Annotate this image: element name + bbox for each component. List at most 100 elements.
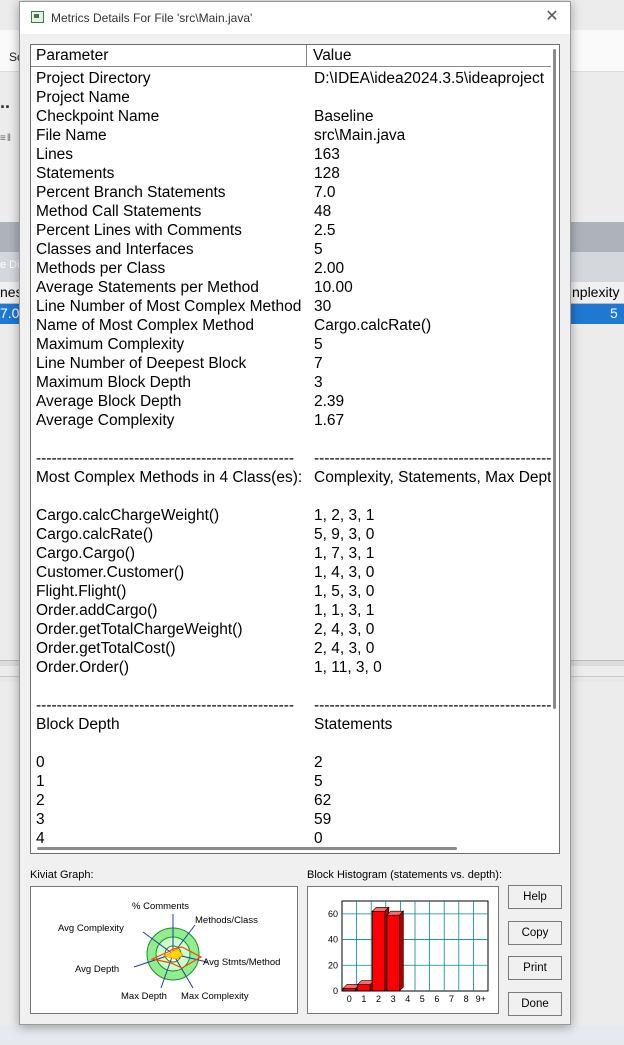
vertical-scroll-thumb[interactable] [553, 49, 556, 709]
table-row[interactable]: Line Number of Deepest Block 7 [31, 354, 551, 373]
value-cell: 1, 4, 3, 0 [314, 564, 375, 581]
kiviat-label: Kiviat Graph: [30, 869, 94, 881]
table-row[interactable]: Statements 128 [31, 164, 551, 183]
value-cell: 1, 1, 3, 1 [314, 602, 375, 619]
parameter-cell: Cargo.calcChargeWeight() [36, 507, 220, 524]
value-cell: 2 [314, 754, 323, 771]
parameter-cell: Customer.Customer() [36, 564, 185, 581]
kiviat-axis-avg-complexity: Avg Complexity [58, 923, 124, 934]
horizontal-scroll-thumb[interactable] [37, 847, 457, 850]
parameter-cell: Average Block Depth [36, 393, 182, 410]
parameter-cell: Line Number of Most Complex Method [36, 298, 302, 315]
background-taskbar [0, 1026, 624, 1045]
parameter-cell: ----------------------------------------… [36, 697, 295, 714]
table-row[interactable]: Block Depth Statements [31, 715, 551, 734]
value-cell [309, 487, 551, 506]
table-row[interactable]: Checkpoint Name Baseline [31, 107, 551, 126]
table-row[interactable]: Classes and Interfaces 5 [31, 240, 551, 259]
parameter-cell: Average Complexity [36, 412, 175, 429]
table-row[interactable]: Order.getTotalChargeWeight() 2, 4, 3, 0 [31, 620, 551, 639]
parameter-cell: Methods per Class [36, 260, 166, 277]
table-row[interactable] [31, 734, 551, 753]
parameter-cell: Order.getTotalCost() [36, 640, 176, 657]
parameter-cell: Average Statements per Method [36, 279, 259, 296]
table-row[interactable]: Order.Order() 1, 11, 3, 0 [31, 658, 551, 677]
table-row[interactable]: Percent Lines with Comments 2.5 [31, 221, 551, 240]
vertical-scrollbar[interactable] [551, 45, 559, 845]
parameter-cell: Flight.Flight() [36, 583, 127, 600]
column-header-value[interactable]: Value [308, 45, 548, 66]
table-row[interactable]: Project Directory D:\IDEA\idea2024.3.5\id… [31, 69, 551, 88]
table-row[interactable]: Average Statements per Method 10.00 [31, 278, 551, 297]
table-body: Project Directory D:\IDEA\idea2024.3.5\id… [31, 69, 551, 843]
parameter-cell: 2 [36, 792, 45, 809]
parameter-cell: Maximum Complexity [36, 336, 185, 353]
dialog-titlebar[interactable]: Metrics Details For File 'src\Main.java'… [20, 2, 570, 34]
table-row[interactable]: Method Call Statements 48 [31, 202, 551, 221]
dialog-title: Metrics Details For File 'src\Main.java' [51, 11, 253, 25]
table-row[interactable] [31, 430, 551, 449]
table-row[interactable]: 2 62 [31, 791, 551, 810]
help-button[interactable]: Help [508, 885, 562, 909]
table-row[interactable]: Most Complex Methods in 4 Class(es): Comp… [31, 468, 551, 487]
table-row[interactable]: Project Name [31, 88, 551, 107]
table-row[interactable]: 15 [31, 772, 551, 791]
background-right-value: 5 [610, 305, 618, 321]
value-cell: Statements [314, 716, 393, 733]
table-row[interactable]: Order.getTotalCost() 2, 4, 3, 0 [31, 639, 551, 658]
parameter-cell: Order.addCargo() [36, 602, 158, 619]
value-cell: 1, 5, 3, 0 [314, 583, 375, 600]
print-button[interactable]: Print [508, 956, 562, 980]
done-button[interactable]: Done [508, 992, 562, 1016]
copy-button[interactable]: Copy [508, 921, 562, 945]
parameter-cell [31, 430, 309, 449]
table-row[interactable]: Average Complexity 1.67 [31, 411, 551, 430]
table-row[interactable]: Maximum Block Depth 3 [31, 373, 551, 392]
value-cell: 2, 4, 3, 0 [314, 621, 375, 638]
histogram-svg: 60402000 1 2 3 4 5 6 7 8 9+ [328, 900, 489, 1004]
table-row[interactable]: Flight.Flight() 1, 5, 3, 0 [31, 582, 551, 601]
histogram-x-tick: 5 [420, 994, 425, 1004]
metrics-table[interactable]: Parameter Value Project Directory D:\IDEA… [30, 44, 560, 854]
table-row[interactable]: 3 59 [31, 810, 551, 829]
histogram-y-tick: 60 [328, 909, 338, 919]
horizontal-scrollbar[interactable] [31, 844, 559, 853]
table-row[interactable]: Order.addCargo() 1, 1, 3, 1 [31, 601, 551, 620]
column-header-parameter[interactable]: Parameter [31, 45, 307, 66]
value-cell: 2.00 [314, 260, 345, 277]
close-icon[interactable]: ✕ [542, 7, 562, 27]
table-row[interactable] [31, 677, 551, 696]
value-cell: 10.00 [314, 279, 353, 296]
table-row[interactable]: File Name src\Main.java [31, 126, 551, 145]
value-cell: Baseline [314, 108, 374, 125]
histogram-bar [357, 984, 371, 992]
table-row[interactable]: Methods per Class 2.00 [31, 259, 551, 278]
table-row[interactable]: Percent Branch Statements 7.0 [31, 183, 551, 202]
kiviat-axis-max-depth: Max Depth [121, 991, 167, 1002]
kiviat-axis-max-complexity: Max Complexity [181, 991, 249, 1002]
table-row[interactable]: ----------------------------------------… [31, 696, 551, 715]
table-row[interactable]: Average Block Depth 2.39 [31, 392, 551, 411]
histogram-x-tick: 8 [464, 994, 469, 1004]
value-cell [309, 734, 551, 753]
table-row[interactable] [31, 487, 551, 506]
kiviat-graph: % Comments Methods/Class Avg Stmts/Metho… [30, 886, 298, 1014]
histogram-x-tick: 2 [376, 994, 381, 1004]
histogram-x-tick: 1 [361, 994, 366, 1004]
table-row[interactable]: Cargo.calcRate() 5, 9, 3, 0 [31, 525, 551, 544]
table-row[interactable]: 40 [31, 829, 551, 843]
parameter-cell: ----------------------------------------… [36, 450, 295, 467]
table-row[interactable]: Maximum Complexity 5 [31, 335, 551, 354]
table-row[interactable]: Cargo.calcChargeWeight() 1, 2, 3, 1 [31, 506, 551, 525]
table-row[interactable]: Cargo.Cargo() 1, 7, 3, 1 [31, 544, 551, 563]
parameter-cell: Most Complex Methods in 4 Class(es): [36, 469, 303, 486]
value-cell: src\Main.java [314, 127, 406, 144]
value-cell: 2.39 [314, 393, 345, 410]
table-row[interactable]: Lines 163 [31, 145, 551, 164]
table-row[interactable]: Line Number of Most Complex Method 30 [31, 297, 551, 316]
table-row[interactable]: Customer.Customer() 1, 4, 3, 0 [31, 563, 551, 582]
app-icon [31, 11, 44, 23]
table-row[interactable]: ----------------------------------------… [31, 449, 551, 468]
table-row[interactable]: 02 [31, 753, 551, 772]
table-row[interactable]: Name of Most Complex Method Cargo.calcRat… [31, 316, 551, 335]
